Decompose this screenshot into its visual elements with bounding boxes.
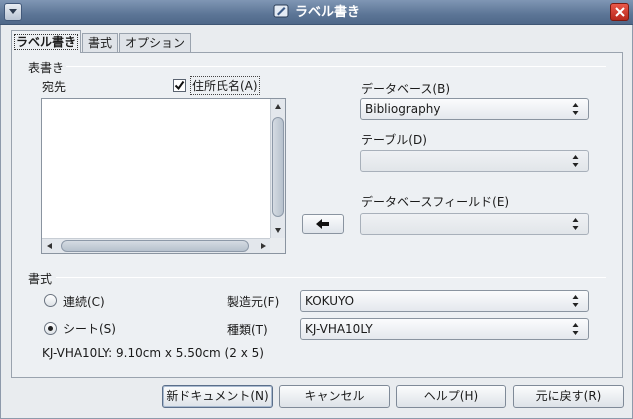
close-button[interactable]	[610, 3, 629, 21]
format-divider	[56, 277, 606, 278]
type-value: KJ-VHA10LY	[305, 322, 373, 336]
scroll-down-icon[interactable]	[275, 228, 281, 233]
scroll-up-icon[interactable]	[275, 104, 281, 109]
title-bar: ラベル書き	[0, 0, 633, 25]
inscription-divider	[66, 66, 606, 67]
type-select[interactable]: KJ-VHA10LY	[300, 318, 589, 340]
brand-value: KOKUYO	[305, 294, 355, 308]
scroll-right-icon[interactable]	[261, 243, 266, 249]
horizontal-scroll-thumb[interactable]	[61, 240, 249, 252]
format-section-label: 書式	[28, 272, 53, 286]
help-button[interactable]: ヘルプ(H)	[396, 385, 506, 408]
new-document-button[interactable]: 新ドキュメント(N)	[162, 385, 273, 408]
brand-select[interactable]: KOKUYO	[300, 290, 589, 312]
insert-field-button[interactable]	[302, 214, 344, 234]
address-checkbox[interactable]	[173, 79, 186, 92]
address-checkbox-label[interactable]: 住所氏名(A)	[190, 76, 260, 95]
vertical-scrollbar[interactable]	[270, 99, 285, 238]
tab-bar: ラベル書き 書式 オプション	[11, 30, 192, 54]
updown-arrows-icon	[572, 295, 579, 307]
updown-arrows-icon	[572, 323, 579, 335]
tab-format[interactable]: 書式	[82, 33, 119, 53]
database-value: Bibliography	[365, 102, 441, 116]
sheet-radio[interactable]	[44, 322, 57, 335]
scroll-left-icon[interactable]	[47, 243, 52, 249]
cancel-button[interactable]: キャンセル	[279, 385, 390, 408]
continuous-label[interactable]: 連続(C)	[63, 293, 105, 310]
vertical-scroll-thumb[interactable]	[272, 117, 284, 217]
window-title: ラベル書き	[294, 5, 360, 20]
database-label: データベース(B)	[361, 82, 450, 96]
database-select[interactable]: Bibliography	[360, 98, 589, 120]
addressee-label: 宛先	[42, 80, 67, 94]
tab-options[interactable]: オプション	[119, 33, 192, 53]
label-info-text: KJ-VHA10LY: 9.10cm x 5.50cm (2 x 5)	[42, 346, 264, 360]
horizontal-scrollbar[interactable]	[42, 238, 271, 253]
arrow-left-icon	[316, 219, 329, 229]
inscription-section-label: 表書き	[28, 61, 65, 75]
updown-arrows-icon	[572, 155, 579, 167]
addressee-textbox[interactable]	[41, 98, 286, 254]
tab-labels[interactable]: ラベル書き	[11, 30, 82, 53]
type-label: 種類(T)	[227, 323, 268, 337]
updown-arrows-icon	[572, 103, 579, 115]
db-field-label: データベースフィールド(E)	[361, 195, 510, 209]
brand-label: 製造元(F)	[227, 295, 280, 309]
reset-button[interactable]: 元に戻す(R)	[513, 385, 624, 408]
table-select[interactable]	[360, 150, 589, 172]
scrollbar-corner	[270, 238, 285, 253]
close-icon	[614, 7, 625, 17]
table-label: テーブル(D)	[361, 133, 427, 147]
sheet-label[interactable]: シート(S)	[63, 320, 116, 337]
db-field-select[interactable]	[360, 213, 589, 235]
updown-arrows-icon	[572, 218, 579, 230]
checkmark-icon	[174, 80, 185, 91]
writer-app-icon	[273, 4, 289, 18]
continuous-radio[interactable]	[44, 294, 57, 307]
